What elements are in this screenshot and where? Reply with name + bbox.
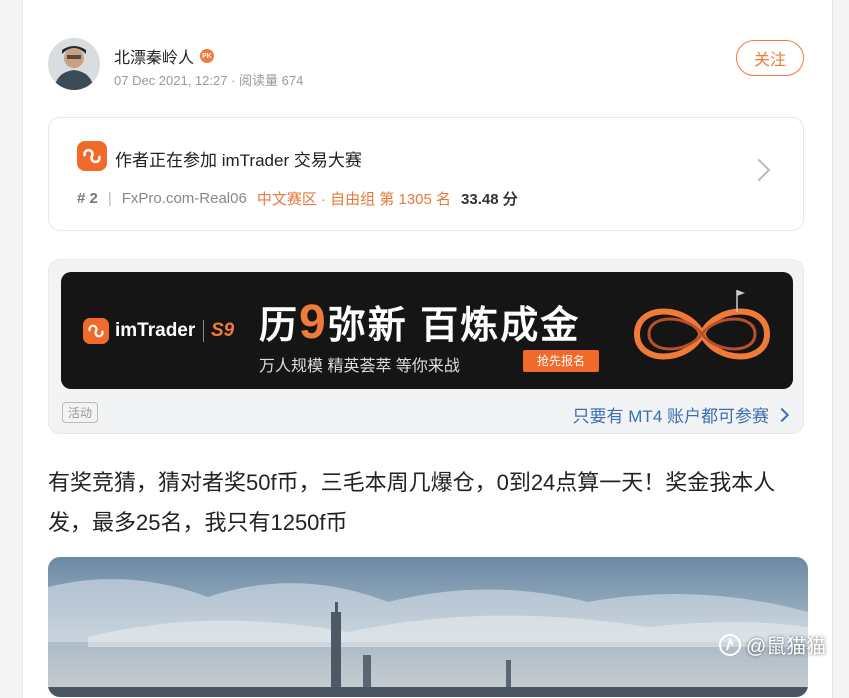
chevron-right-icon — [774, 407, 790, 422]
banner-subline: 万人规模 精英荟萃 等你来战 — [259, 358, 460, 375]
contest-stats: # 2 | FxPro.com-Real06 中文赛区 · 自由组 第 1305… — [77, 188, 518, 209]
post-image[interactable] — [48, 557, 808, 697]
ad-link[interactable]: 只要有 MT4 账户都可参赛 — [572, 402, 790, 427]
contest-account: FxPro.com-Real06 — [121, 190, 247, 207]
banner-season: S9 — [211, 320, 235, 341]
contest-card[interactable]: 作者正在参加 imTrader 交易大赛 # 2 | FxPro.com-Rea… — [48, 117, 804, 231]
banner-cta-button[interactable]: 抢先报名 — [523, 350, 600, 372]
imtrader-logo-icon — [83, 318, 109, 344]
watermark: @鼠猫猫 — [718, 630, 826, 659]
post-meta: 07 Dec 2021, 12:27 · 阅读量 674 — [114, 73, 304, 88]
ad-banner[interactable]: imTrader S9 历9弥新 百炼成金 万人规模 精英荟萃 等你来战 抢先报… — [61, 272, 793, 389]
watermark-logo-icon — [719, 633, 741, 656]
ad-card[interactable]: imTrader S9 历9弥新 百炼成金 万人规模 精英荟萃 等你来战 抢先报… — [48, 259, 804, 434]
follow-button[interactable]: 关注 — [736, 40, 804, 76]
author-name[interactable]: 北漂秦岭人 — [114, 44, 194, 68]
imtrader-logo-icon — [77, 141, 107, 171]
contest-title: 作者正在参加 imTrader 交易大赛 — [115, 151, 362, 170]
contest-score: 33.48 分 — [461, 191, 518, 208]
chevron-right-icon — [747, 158, 771, 182]
verified-badge-icon: PK — [200, 49, 215, 63]
author-row: 北漂秦岭人 PK — [114, 44, 215, 68]
infinity-art-icon — [633, 290, 771, 360]
banner-divider — [203, 320, 204, 342]
banner-headline: 历9弥新 百炼成金 — [259, 296, 581, 349]
contest-zone: 中文赛区 · 自由组 第 1305 名 — [256, 191, 452, 208]
ad-tag: 活动 — [62, 402, 99, 423]
contest-rank: # 2 — [77, 190, 98, 207]
divider: | — [107, 190, 112, 207]
post-body: 有奖竞猜，猜对者奖50f币，三毛本周几爆仓，0到24点算一天！奖金我本人发，最多… — [48, 470, 776, 535]
banner-brand: imTrader — [115, 320, 196, 341]
ad-link-label: 只要有 MT4 账户都可参赛 — [572, 407, 769, 426]
avatar[interactable] — [48, 38, 100, 90]
